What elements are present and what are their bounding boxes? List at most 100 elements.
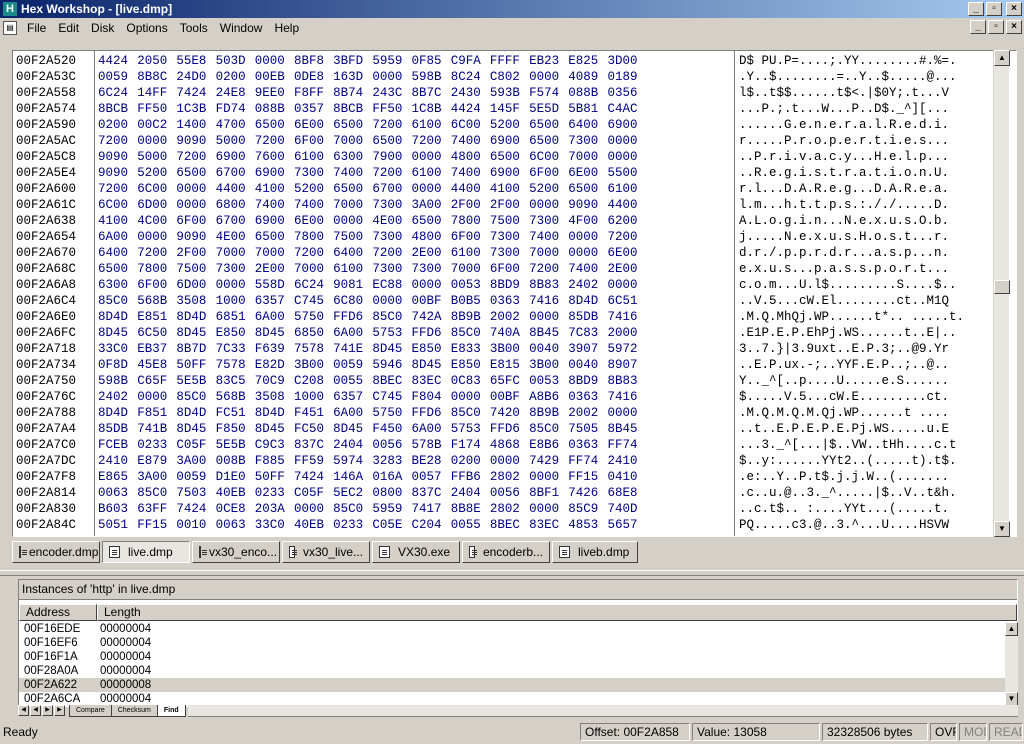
- hex-word[interactable]: 4E00: [216, 229, 255, 245]
- hex-word[interactable]: 6700: [216, 165, 255, 181]
- hex-word[interactable]: 0189: [607, 69, 646, 85]
- hex-word[interactable]: 0363: [490, 293, 529, 309]
- hex-word[interactable]: 7300: [568, 133, 607, 149]
- hex-word[interactable]: 8BCB: [98, 101, 137, 117]
- hex-word[interactable]: 742A: [412, 309, 451, 325]
- hex-word[interactable]: 3D00: [607, 53, 646, 69]
- hex-word[interactable]: 0063: [216, 517, 255, 533]
- hex-word[interactable]: 0000: [607, 277, 646, 293]
- hex-row[interactable]: 8D45 6C50 8D45 E850 8D45 6850 6A00 5753 FFD6 85C0…: [95, 325, 734, 341]
- hex-word[interactable]: F804: [412, 389, 451, 405]
- hex-word[interactable]: 0055: [333, 373, 372, 389]
- hex-word[interactable]: 24E8: [216, 85, 255, 101]
- hex-word[interactable]: C65F: [137, 373, 176, 389]
- hex-word[interactable]: 7000: [294, 261, 333, 277]
- hex-word[interactable]: 2802: [490, 469, 529, 485]
- hex-row[interactable]: 7200 6C00 0000 4400 4100 5200 6500 6700 0000 4400…: [95, 181, 734, 197]
- menu-file[interactable]: File: [21, 21, 52, 35]
- hex-word[interactable]: 2410: [607, 453, 646, 469]
- hex-word[interactable]: 83EC: [412, 373, 451, 389]
- hex-word[interactable]: 6F00: [176, 213, 215, 229]
- hex-word[interactable]: 3A00: [176, 453, 215, 469]
- hex-word[interactable]: 8D45: [372, 341, 411, 357]
- hex-word[interactable]: 6900: [216, 149, 255, 165]
- hex-row[interactable]: 598B C65F 5E5B 83C5 70C9 C208 0055 8BEC 83EC 0C83…: [95, 373, 734, 389]
- hex-word[interactable]: 7800: [451, 213, 490, 229]
- hex-word[interactable]: 3BFD: [333, 53, 372, 69]
- hex-word[interactable]: 85C9: [568, 501, 607, 517]
- hex-word[interactable]: 6C24: [294, 277, 333, 293]
- hex-word[interactable]: 0000: [607, 149, 646, 165]
- results-scrollbar[interactable]: ▲ ▼: [1005, 622, 1018, 706]
- hex-row[interactable]: 2402 0000 85C0 568B 3508 1000 6357 C745 F804 0000…: [95, 389, 734, 405]
- hex-word[interactable]: 8B8E: [451, 501, 490, 517]
- hex-word[interactable]: C05E: [372, 517, 411, 533]
- hex-word[interactable]: F451: [294, 405, 333, 421]
- column-header-address[interactable]: Address: [19, 604, 97, 621]
- ascii-row[interactable]: d.r./.p.p.r.d.r...a.s.p...n.: [735, 245, 995, 261]
- hex-word[interactable]: 85C0: [176, 389, 215, 405]
- hex-word[interactable]: 6F00: [294, 133, 333, 149]
- hex-word[interactable]: 088B: [255, 101, 294, 117]
- hex-word[interactable]: 7300: [372, 197, 411, 213]
- hex-word[interactable]: 741B: [137, 421, 176, 437]
- hex-word[interactable]: C4AC: [607, 101, 646, 117]
- hex-word[interactable]: 7300: [372, 229, 411, 245]
- hex-word[interactable]: 7200: [98, 181, 137, 197]
- ascii-row[interactable]: .c..u.@..3._^.....|$..V..t&h.: [735, 485, 995, 501]
- hex-word[interactable]: E850: [412, 341, 451, 357]
- hex-word[interactable]: 6500: [372, 133, 411, 149]
- hex-word[interactable]: 7000: [216, 245, 255, 261]
- ascii-row[interactable]: Y.._^[..p....U.....e.S......: [735, 373, 995, 389]
- minimize-button[interactable]: _: [968, 2, 984, 16]
- hex-word[interactable]: 740A: [490, 325, 529, 341]
- hex-word[interactable]: 50FF: [255, 469, 294, 485]
- hex-word[interactable]: 5E5B: [216, 437, 255, 453]
- hex-word[interactable]: 2410: [98, 453, 137, 469]
- hex-word[interactable]: 8BCB: [333, 101, 372, 117]
- hex-word[interactable]: 8D4D: [176, 405, 215, 421]
- hex-word[interactable]: 3508: [176, 293, 215, 309]
- hex-word[interactable]: 7200: [255, 133, 294, 149]
- hex-word[interactable]: 6500: [568, 181, 607, 197]
- hex-word[interactable]: 0000: [490, 453, 529, 469]
- hex-word[interactable]: 0200: [98, 117, 137, 133]
- hex-word[interactable]: 0056: [490, 485, 529, 501]
- hex-word[interactable]: 83C5: [216, 373, 255, 389]
- hex-word[interactable]: 4800: [412, 229, 451, 245]
- hex-word[interactable]: 24D0: [176, 69, 215, 85]
- hex-word[interactable]: 146A: [333, 469, 372, 485]
- hex-word[interactable]: 7503: [176, 485, 215, 501]
- hex-word[interactable]: 593B: [490, 85, 529, 101]
- hex-word[interactable]: 7300: [490, 229, 529, 245]
- hex-word[interactable]: 5000: [137, 149, 176, 165]
- hex-word[interactable]: 8B45: [607, 421, 646, 437]
- hex-row[interactable]: 5051 FF15 0010 0063 33C0 40EB 0233 C05E C204 0055…: [95, 517, 734, 533]
- hex-word[interactable]: 6400: [98, 245, 137, 261]
- result-row[interactable]: 00F16F1A 00000004: [19, 650, 1005, 664]
- hex-word[interactable]: 85C0: [451, 405, 490, 421]
- hex-word[interactable]: 4400: [216, 181, 255, 197]
- hex-word[interactable]: 8D45: [412, 357, 451, 373]
- hex-word[interactable]: 1C8B: [412, 101, 451, 117]
- result-row[interactable]: 00F28A0A 00000004: [19, 664, 1005, 678]
- hex-word[interactable]: 0233: [333, 517, 372, 533]
- hex-word[interactable]: 00C2: [137, 117, 176, 133]
- hex-word[interactable]: FCEB: [98, 437, 137, 453]
- ascii-row[interactable]: ..c.t$.. :....YYt...(.....t.: [735, 501, 995, 517]
- hex-word[interactable]: 7200: [372, 165, 411, 181]
- hex-word[interactable]: 0000: [529, 501, 568, 517]
- hex-word[interactable]: 0000: [568, 245, 607, 261]
- hex-word[interactable]: 7000: [568, 149, 607, 165]
- hex-word[interactable]: 8B83: [607, 373, 646, 389]
- hex-row[interactable]: 6A00 0000 9090 4E00 6500 7800 7500 7300 4800 6F00…: [95, 229, 734, 245]
- hex-word[interactable]: 503D: [216, 53, 255, 69]
- hex-word[interactable]: 6500: [529, 133, 568, 149]
- doc-tab[interactable]: VX30.exe: [372, 541, 460, 563]
- hex-word[interactable]: FFD6: [490, 421, 529, 437]
- hex-word[interactable]: 5753: [372, 325, 411, 341]
- sheet-tab[interactable]: Compare: [69, 704, 112, 717]
- hex-word[interactable]: 7C33: [216, 341, 255, 357]
- hex-word[interactable]: 2F00: [451, 197, 490, 213]
- hex-word[interactable]: 45E8: [137, 357, 176, 373]
